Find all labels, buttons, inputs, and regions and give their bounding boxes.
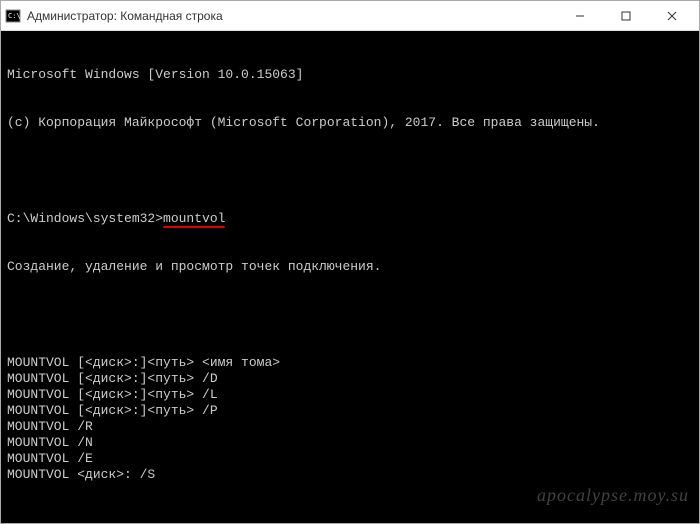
header-line: Microsoft Windows [Version 10.0.15063] xyxy=(7,67,693,83)
usage-line: MOUNTVOL [<диск>:]<путь> /L xyxy=(7,387,693,403)
usage-line: MOUNTVOL /R xyxy=(7,419,693,435)
titlebar[interactable]: C:\ Администратор: Командная строка xyxy=(1,1,699,31)
usage-line: MOUNTVOL [<диск>:]<путь> /D xyxy=(7,371,693,387)
blank-line xyxy=(7,515,693,523)
blank-line xyxy=(7,163,693,179)
command-description: Создание, удаление и просмотр точек подк… xyxy=(7,259,693,275)
blank-line xyxy=(7,307,693,323)
prompt-line: C:\Windows\system32>mountvol xyxy=(7,211,693,227)
usage-line: MOUNTVOL /N xyxy=(7,435,693,451)
cmd-icon: C:\ xyxy=(5,8,21,24)
window-title: Администратор: Командная строка xyxy=(27,9,557,23)
cmd-window: C:\ Администратор: Командная строка Micr… xyxy=(0,0,700,524)
close-button[interactable] xyxy=(649,1,695,31)
usage-line: MOUNTVOL [<диск>:]<путь> <имя тома> xyxy=(7,355,693,371)
maximize-button[interactable] xyxy=(603,1,649,31)
watermark: apocalypse.moy.su xyxy=(537,487,689,503)
terminal-output[interactable]: Microsoft Windows [Version 10.0.15063] (… xyxy=(1,31,699,523)
entered-command: mountvol xyxy=(163,211,225,227)
usage-line: MOUNTVOL <диск>: /S xyxy=(7,467,693,483)
minimize-button[interactable] xyxy=(557,1,603,31)
header-line: (c) Корпорация Майкрософт (Microsoft Cor… xyxy=(7,115,693,131)
window-controls xyxy=(557,1,695,31)
usage-line: MOUNTVOL /E xyxy=(7,451,693,467)
prompt-path: C:\Windows\system32> xyxy=(7,211,163,226)
svg-text:C:\: C:\ xyxy=(8,12,21,20)
usage-line: MOUNTVOL [<диск>:]<путь> /P xyxy=(7,403,693,419)
